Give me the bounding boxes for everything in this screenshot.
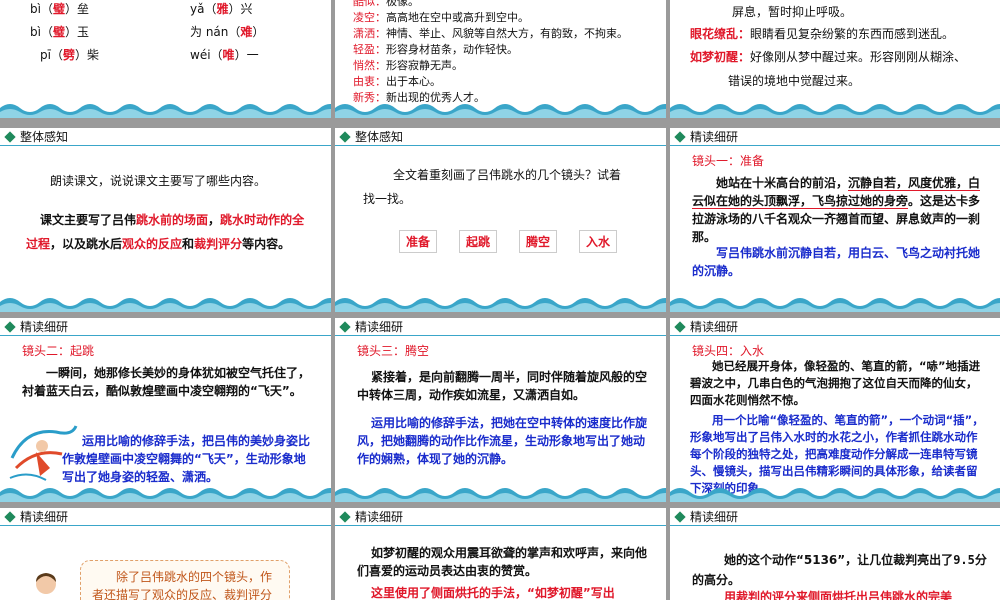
shot-passage: 她站在十米高台的前沿，沉静自若，风度优雅，白云似在她的头顶飘浮，飞鸟掠过她的身旁…	[692, 176, 981, 244]
slide-header: 精读细研	[670, 508, 1000, 526]
shot-label: 镜头一：准备	[692, 154, 765, 168]
slide-header: 精读细研	[670, 128, 1000, 146]
score-text: 她的这个动作“5136”，让几位裁判亮出了9.5分的高分。	[692, 553, 987, 587]
box-takeoff[interactable]: 起跳	[459, 230, 498, 253]
diamond-icon	[4, 320, 16, 333]
slide-header: 精读细研	[0, 318, 331, 336]
shot-analysis: 运用比喻的修辞手法，把她在空中转体的速度比作旋风，把她翻腾的动作比作流星，生动形…	[357, 416, 648, 466]
wave-decoration	[335, 488, 666, 502]
shot-passage: 一瞬间，她那修长美妙的身体犹如被空气托住了，衬着蓝天白云，酷似敦煌壁画中凌空翱翔…	[22, 366, 311, 398]
slide-header: 精读细研	[670, 318, 1000, 336]
shot-label: 镜头三：腾空	[357, 344, 430, 358]
slide-grid: bì（璧）垒 bì（璧）玉 pī（劈）柴 yǎ（雅）兴 为 nán（难） wéi…	[0, 0, 1000, 600]
diamond-icon	[674, 510, 686, 523]
reading-passage: 如梦初醒的观众用震耳欲聋的掌声和欢呼声，来向他们喜爱的运动员表达由衷的赞赏。	[357, 546, 648, 578]
shot-analysis: 运用比喻的修辞手法，把吕伟的美妙身姿比作敦煌壁画中凌空翱舞的“飞天”，生动形象地…	[62, 434, 311, 484]
slide-header: 精读细研	[335, 508, 666, 526]
slide-shot-3[interactable]: 精读细研 镜头三：腾空 紧接着，是向前翻腾一周半，同时伴随着旋风般的空中转体三周…	[335, 318, 666, 502]
slide-header: 整体感知	[335, 128, 666, 146]
wave-decoration	[0, 488, 331, 502]
diamond-icon	[4, 130, 16, 143]
vocab-list: 酷似：极像。 凌空：高高地在空中或高升到空中。 潇洒：神情、举止、风貌等自然大方…	[353, 0, 628, 104]
diamond-icon	[4, 510, 16, 523]
shot-label: 镜头四：入水	[692, 344, 765, 358]
wave-decoration	[670, 488, 1000, 502]
diamond-icon	[339, 130, 351, 143]
slide-header: 整体感知	[0, 128, 331, 146]
wave-decoration	[335, 298, 666, 312]
shot-passage: 紧接着，是向前翻腾一周半，同时伴随着旋风般的空中转体三周，动作疾如流星，又潇洒自…	[357, 370, 648, 402]
diamond-icon	[674, 130, 686, 143]
slide-vocab[interactable]: 酷似：极像。 凌空：高高地在空中或高升到空中。 潇洒：神情、举止、风貌等自然大方…	[335, 0, 666, 118]
answer-text: 课文主要写了吕伟跳水前的场面，跳水时动作的全过程，以及跳水后观众的反应和裁判评分…	[26, 213, 305, 251]
slide-reading-3[interactable]: 精读细研 她的这个动作“5136”，让几位裁判亮出了9.5分的高分。 用裁判的评…	[670, 508, 1000, 600]
box-airborne[interactable]: 腾空	[519, 230, 558, 253]
shot-analysis: 写吕伟跳水前沉静自若，用白云、飞鸟之动衬托她的沉静。	[692, 246, 981, 278]
slide-reading-1[interactable]: 精读细研 除了吕伟跳水的四个镜头，作者还描写了观众的反应、裁判评分	[0, 508, 331, 600]
diamond-icon	[339, 510, 351, 523]
wave-decoration	[0, 298, 331, 312]
slide-header: 精读细研	[335, 318, 666, 336]
wave-decoration	[335, 104, 666, 118]
wave-decoration	[670, 104, 1000, 118]
slide-shot-2[interactable]: 精读细研 镜头二：起跳 一瞬间，她那修长美妙的身体犹如被空气托住了，衬着蓝天白云…	[0, 318, 331, 502]
score-analysis: 用裁判的评分来侧面烘托出吕伟跳水的完美	[724, 590, 953, 600]
shot-passage: 她已经展开身体，像轻盈的、笔直的箭，“哧”地插进碧波之中，几串白色的气泡拥抱了这…	[690, 359, 981, 407]
slide-header: 精读细研	[0, 508, 331, 526]
slide-overview-1[interactable]: 整体感知 朗读课文，说说课文主要写了哪些内容。 课文主要写了吕伟跳水前的场面，跳…	[0, 128, 331, 312]
wave-decoration	[0, 104, 331, 118]
slide-vocab-2[interactable]: 屏息，暂时抑止呼吸。 眼花缭乱：眼睛看见复杂纷繁的东西而感到迷乱。 如梦初醒：好…	[670, 0, 1000, 118]
diamond-icon	[339, 320, 351, 333]
reading-analysis: 这里使用了侧面烘托的手法，“如梦初醒”写出	[371, 586, 615, 600]
wave-decoration	[670, 298, 1000, 312]
shot-boxes: 准备 起跳 腾空 入水	[399, 230, 618, 253]
slide-overview-2[interactable]: 整体感知 全文着重刻画了吕伟跳水的几个镜头？试着 找一找。 准备 起跳 腾空 入…	[335, 128, 666, 312]
slide-reading-2[interactable]: 精读细研 如梦初醒的观众用震耳欲聋的掌声和欢呼声，来向他们喜爱的运动员表达由衷的…	[335, 508, 666, 600]
slide-shot-4[interactable]: 精读细研 镜头四：入水 她已经展开身体，像轻盈的、笔直的箭，“哧”地插进碧波之中…	[670, 318, 1000, 502]
shot-label: 镜头二：起跳	[22, 344, 95, 358]
student-icon	[36, 573, 56, 594]
box-prepare[interactable]: 准备	[399, 230, 438, 253]
box-entry[interactable]: 入水	[579, 230, 618, 253]
slide-pinyin[interactable]: bì（璧）垒 bì（璧）玉 pī（劈）柴 yǎ（雅）兴 为 nán（难） wéi…	[0, 0, 331, 118]
slide-shot-1[interactable]: 精读细研 镜头一：准备 她站在十米高台的前沿，沉静自若，风度优雅，白云似在她的头…	[670, 128, 1000, 312]
note-text: 除了吕伟跳水的四个镜头，作者还描写了观众的反应、裁判评分	[92, 570, 273, 600]
diamond-icon	[674, 320, 686, 333]
